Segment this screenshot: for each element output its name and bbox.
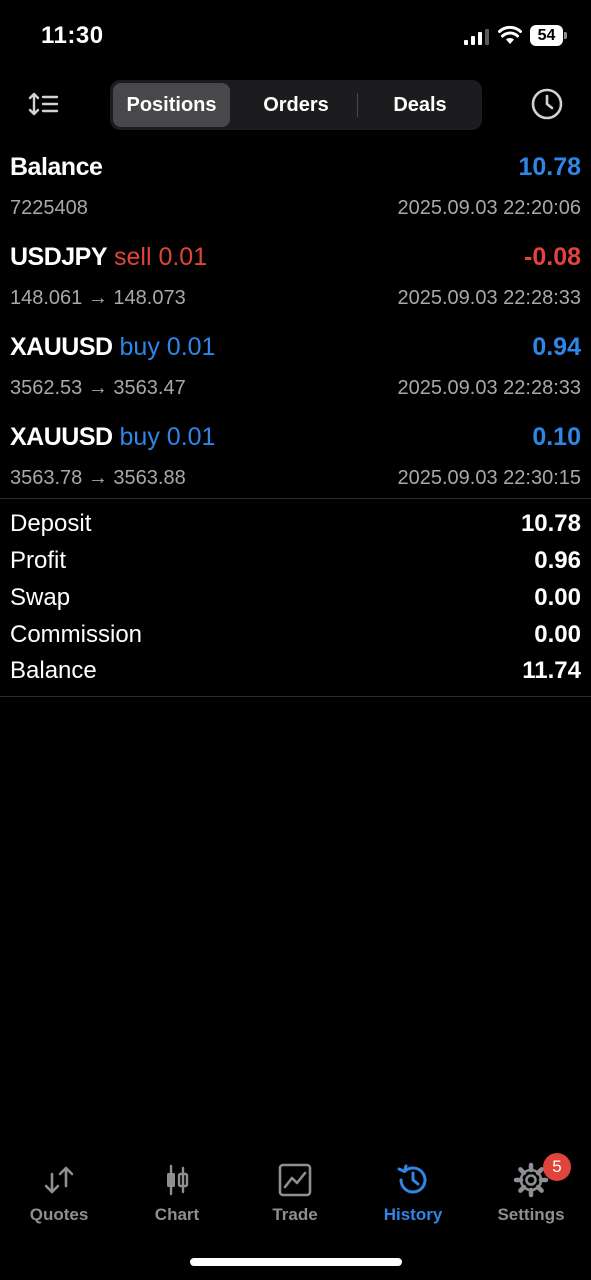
tab-label: Quotes bbox=[29, 1205, 89, 1224]
row-value: -0.08 bbox=[524, 243, 581, 271]
tab-quotes[interactable]: Quotes bbox=[0, 1150, 118, 1240]
divider bbox=[0, 696, 591, 697]
summary-value: 10.78 bbox=[520, 510, 581, 537]
tab-orders[interactable]: Orders bbox=[234, 83, 358, 127]
wifi-icon bbox=[498, 25, 522, 44]
chart-icon bbox=[167, 1164, 189, 1196]
row-value: 0.10 bbox=[532, 423, 581, 451]
row-symbol: XAUUSD bbox=[10, 423, 113, 451]
row-side: buy 0.01 bbox=[119, 423, 216, 451]
row-title: XAUUSD buy 0.01 bbox=[10, 333, 215, 362]
history-view-switcher: Positions Orders Deals bbox=[110, 80, 482, 130]
row-datetime: 2025.09.03 22:30:15 bbox=[397, 467, 581, 489]
row-title: USDJPY sell 0.01 bbox=[10, 243, 207, 272]
sort-icon[interactable] bbox=[28, 90, 60, 118]
clock-icon[interactable] bbox=[530, 87, 564, 121]
row-symbol: USDJPY bbox=[10, 243, 108, 271]
summary-value: 11.74 bbox=[522, 657, 581, 684]
row-detail: 3563.78 → 3563.88 bbox=[10, 467, 186, 489]
tab-deals[interactable]: Deals bbox=[360, 83, 480, 127]
tab-label: Trade bbox=[272, 1205, 318, 1224]
summary-label: Profit bbox=[10, 547, 67, 574]
tab-history[interactable]: History bbox=[354, 1150, 472, 1240]
cellular-signal-icon bbox=[464, 29, 489, 45]
battery-level: 54 bbox=[537, 27, 556, 44]
summary-label: Balance bbox=[10, 657, 97, 684]
row-side: sell 0.01 bbox=[114, 243, 208, 271]
status-bar: 11:30 54 bbox=[0, 0, 591, 72]
list-item[interactable]: XAUUSD buy 0.01 0.94 3562.53 → 3563.47 2… bbox=[0, 325, 591, 415]
row-value: 10.78 bbox=[518, 153, 581, 181]
summary-value: 0.00 bbox=[534, 584, 581, 611]
summary-value: 0.96 bbox=[534, 547, 581, 574]
summary-row: Profit 0.96 bbox=[0, 543, 591, 580]
history-icon bbox=[397, 1164, 427, 1194]
row-side: buy 0.01 bbox=[119, 333, 216, 361]
row-title: Balance bbox=[10, 153, 103, 182]
quotes-icon bbox=[44, 1166, 74, 1194]
summary-row: Commission 0.00 bbox=[0, 617, 591, 654]
home-indicator[interactable] bbox=[190, 1258, 402, 1266]
summary-label: Swap bbox=[10, 584, 71, 611]
row-datetime: 2025.09.03 22:20:06 bbox=[397, 197, 581, 219]
row-detail: 3562.53 → 3563.47 bbox=[10, 377, 186, 399]
list-item[interactable]: XAUUSD buy 0.01 0.10 3563.78 → 3563.88 2… bbox=[0, 415, 591, 505]
divider bbox=[0, 498, 591, 499]
row-datetime: 2025.09.03 22:28:33 bbox=[397, 377, 581, 399]
row-value: 0.94 bbox=[532, 333, 581, 361]
summary-label: Deposit bbox=[10, 510, 92, 537]
summary-value: 0.00 bbox=[534, 621, 581, 648]
battery-icon: 54 bbox=[530, 25, 568, 46]
row-title: XAUUSD buy 0.01 bbox=[10, 423, 215, 452]
summary-row: Swap 0.00 bbox=[0, 580, 591, 617]
tab-label: Chart bbox=[154, 1205, 200, 1224]
list-item[interactable]: Balance 10.78 7225408 2025.09.03 22:20:0… bbox=[0, 145, 591, 235]
list-item[interactable]: USDJPY sell 0.01 -0.08 148.061 → 148.073… bbox=[0, 235, 591, 325]
row-detail: 7225408 bbox=[10, 197, 88, 219]
tab-trade[interactable]: Trade bbox=[236, 1150, 354, 1240]
summary-row: Balance 11.74 bbox=[0, 653, 591, 690]
segment-divider bbox=[357, 93, 358, 117]
status-time: 11:30 bbox=[41, 22, 104, 49]
row-symbol: XAUUSD bbox=[10, 333, 113, 361]
summary-label: Commission bbox=[10, 621, 143, 648]
tab-label: History bbox=[383, 1205, 443, 1224]
notification-badge: 5 bbox=[543, 1153, 571, 1181]
row-symbol: Balance bbox=[10, 153, 103, 181]
tab-chart[interactable]: Chart bbox=[118, 1150, 236, 1240]
bottom-tab-bar: Quotes Chart Trade History Settings bbox=[0, 1150, 591, 1240]
summary-row: Deposit 10.78 bbox=[0, 506, 591, 543]
tab-label: Settings bbox=[497, 1205, 565, 1224]
trade-icon bbox=[278, 1163, 312, 1197]
row-datetime: 2025.09.03 22:28:33 bbox=[397, 287, 581, 309]
row-detail: 148.061 → 148.073 bbox=[10, 287, 186, 309]
tab-positions[interactable]: Positions bbox=[113, 83, 230, 127]
tab-settings[interactable]: Settings bbox=[472, 1150, 590, 1240]
